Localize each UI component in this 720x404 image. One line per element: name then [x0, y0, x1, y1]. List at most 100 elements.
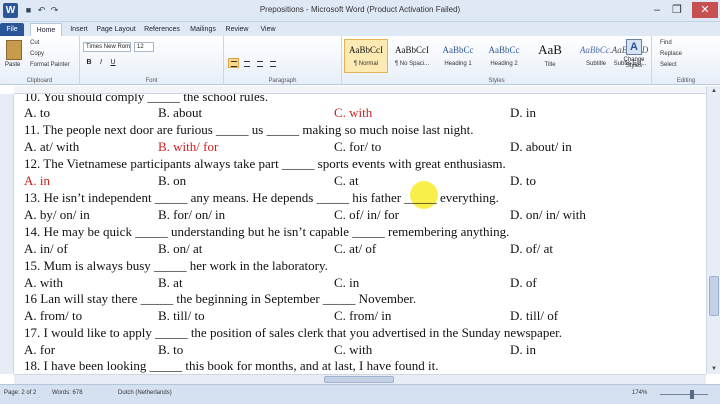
italic-button[interactable]: I	[96, 58, 106, 68]
style-name: ¶ Normal	[353, 61, 379, 67]
tab-view[interactable]: View	[256, 23, 280, 36]
justify-button[interactable]	[267, 58, 278, 68]
option-c: C. in	[334, 275, 360, 290]
document-page[interactable]: 10. You should comply _____ the school r…	[14, 94, 706, 374]
option-d: D. of	[510, 275, 537, 290]
change-styles-icon: A	[626, 39, 642, 55]
option-a: A. in	[24, 173, 50, 188]
option-b: B. for/ on/ in	[158, 207, 226, 222]
vertical-ruler[interactable]	[0, 94, 14, 374]
paste-button[interactable]: Paste	[5, 62, 20, 68]
format-painter-button[interactable]: Format Painter	[30, 62, 70, 68]
word-count[interactable]: Words: 678	[52, 390, 83, 396]
select-button[interactable]: Select	[660, 62, 677, 68]
option-c: C. at	[334, 173, 359, 188]
horizontal-scroll-thumb[interactable]	[324, 376, 394, 383]
tab-page-layout[interactable]: Page Layout	[96, 23, 136, 36]
option-c: C. for/ to	[334, 139, 382, 154]
option-b: B. on/ at	[158, 241, 203, 256]
font-group: Times New Rom 12 B I U Font	[80, 36, 224, 85]
style-name: Heading 2	[490, 61, 518, 67]
maximize-button[interactable]: ❐	[668, 2, 686, 18]
align-center-icon	[244, 61, 250, 67]
editing-group: Find Replace Select Editing	[652, 36, 720, 85]
style-sample: AaB	[538, 42, 562, 57]
option-b: B. on	[158, 173, 187, 188]
option-a: A. from/ to	[24, 308, 83, 323]
find-button[interactable]: Find	[660, 40, 672, 46]
editing-group-label: Editing	[676, 78, 696, 84]
scroll-down-icon[interactable]: ▼	[707, 364, 720, 374]
align-right-icon	[257, 61, 263, 67]
styles-group-label: Styles	[488, 78, 505, 84]
close-button[interactable]: ✕	[692, 2, 718, 18]
align-left-button[interactable]	[228, 58, 239, 68]
option-d: D. till/ of	[510, 308, 559, 323]
question-13: 13. He isn’t independent _____ any means…	[24, 190, 499, 205]
style-no-spacing[interactable]: AaBbCcI ¶ No Spaci...	[390, 39, 434, 73]
option-a: A. in/ of	[24, 241, 68, 256]
tab-home[interactable]: Home	[30, 23, 62, 36]
style-sample: AaBbCc	[442, 45, 474, 55]
zoom-slider-knob[interactable]	[690, 390, 694, 399]
option-b: B. till/ to	[158, 308, 205, 323]
vertical-scroll-thumb[interactable]	[709, 276, 719, 316]
question-12: 12. The Vietnamese participants always t…	[24, 156, 506, 171]
option-d: D. to	[510, 173, 536, 188]
window-title: Prepositions - Microsoft Word (Product A…	[259, 5, 461, 14]
horizontal-scrollbar[interactable]	[14, 374, 706, 384]
tab-mailings[interactable]: Mailings	[188, 23, 218, 36]
style-name: Heading 1	[444, 61, 472, 67]
option-d: D. about/ in	[510, 139, 572, 154]
font-name-select[interactable]: Times New Rom	[83, 42, 131, 52]
option-a: A. by/ on/ in	[24, 207, 90, 222]
style-name: Title	[544, 62, 556, 68]
minimize-button[interactable]: –	[648, 2, 666, 18]
replace-button[interactable]: Replace	[660, 51, 682, 57]
underline-button[interactable]: U	[108, 58, 118, 68]
question-17: 17. I would like to apply _____ the posi…	[24, 325, 562, 340]
style-sample: AaBbCcI	[395, 45, 429, 55]
style-heading-1[interactable]: AaBbCc Heading 1	[436, 39, 480, 73]
clipboard-group-label: Clipboard	[26, 78, 53, 84]
change-styles-button[interactable]: A Change Styles	[620, 39, 648, 69]
horizontal-ruler[interactable]	[14, 86, 706, 94]
scroll-up-icon[interactable]: ▲	[707, 86, 720, 96]
cut-button[interactable]: Cut	[30, 40, 39, 46]
option-c: C. from/ in	[334, 308, 392, 323]
style-normal[interactable]: AaBbCcI ¶ Normal	[344, 39, 388, 73]
copy-button[interactable]: Copy	[30, 51, 44, 57]
page-count[interactable]: Page: 2 of 2	[4, 390, 36, 396]
align-center-button[interactable]	[241, 58, 252, 68]
option-b: B. with/ for	[158, 139, 219, 154]
language-indicator[interactable]: Dutch (Netherlands)	[118, 390, 172, 396]
align-right-button[interactable]	[254, 58, 265, 68]
tab-review[interactable]: Review	[224, 23, 250, 36]
font-size-select[interactable]: 12	[134, 42, 154, 52]
option-a: A. for	[24, 342, 56, 357]
vertical-scrollbar[interactable]: ▲ ▼	[706, 86, 720, 374]
tab-references[interactable]: References	[142, 23, 182, 36]
clipboard-group: Paste Cut Copy Format Painter Clipboard	[0, 36, 80, 85]
tab-file[interactable]: File	[0, 23, 24, 36]
paragraph-group: Paragraph	[224, 36, 342, 85]
style-heading-2[interactable]: AaBbCc Heading 2	[482, 39, 526, 73]
paste-icon[interactable]	[6, 40, 22, 60]
style-title[interactable]: AaB Title	[528, 39, 572, 73]
ribbon: Paste Cut Copy Format Painter Clipboard …	[0, 36, 720, 85]
align-left-icon	[231, 61, 237, 67]
tab-insert[interactable]: Insert	[66, 23, 92, 36]
option-c: C. at/ of	[334, 241, 377, 256]
option-b: B. about	[158, 105, 203, 120]
question-16: 16 Lan will stay there _____ the beginni…	[24, 291, 417, 306]
option-c: C. of/ in/ for	[334, 207, 399, 222]
option-d: D. in	[510, 105, 536, 120]
style-name: ¶ No Spaci...	[394, 61, 430, 67]
zoom-level[interactable]: 174%	[632, 390, 647, 396]
change-styles-label: Change Styles	[623, 57, 645, 69]
option-b: B. at	[158, 275, 183, 290]
zoom-slider[interactable]	[660, 394, 708, 395]
bold-button[interactable]: B	[84, 58, 94, 68]
option-a: A. with	[24, 275, 63, 290]
question-18: 18. I have been looking _____ this book …	[24, 358, 439, 373]
